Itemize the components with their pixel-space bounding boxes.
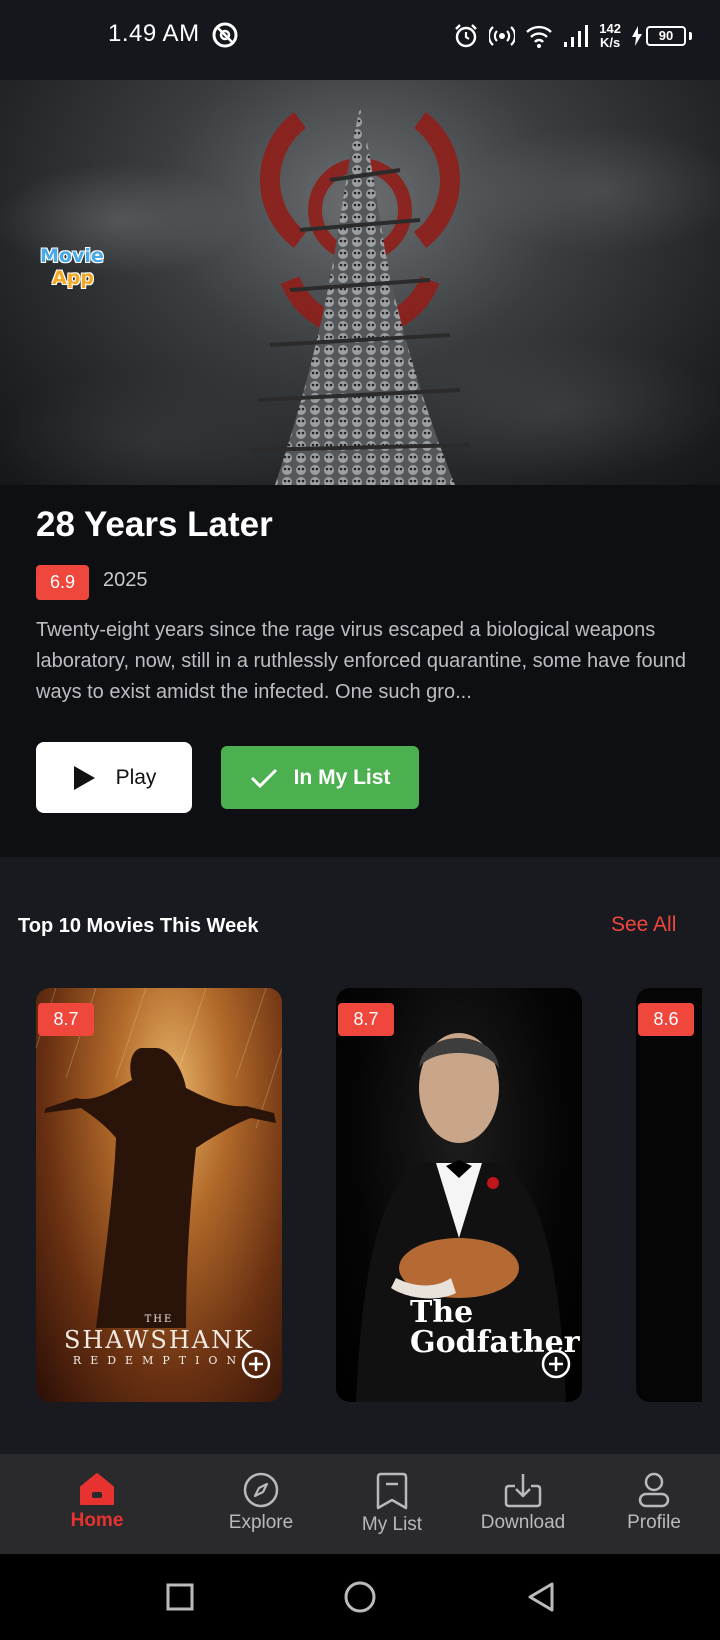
see-all-link[interactable]: See All bbox=[611, 913, 676, 937]
profile-icon bbox=[638, 1472, 670, 1508]
nav-item-explore[interactable]: Explore bbox=[201, 1454, 321, 1554]
alarm-icon bbox=[455, 24, 478, 48]
poster-small-text: THE bbox=[144, 1314, 174, 1325]
rating-badge: 6.9 bbox=[36, 565, 89, 600]
hero-poster-art bbox=[249, 108, 471, 485]
movie-card-partial[interactable]: 8.6 bbox=[636, 988, 702, 1402]
add-to-list-icon[interactable] bbox=[540, 1348, 572, 1380]
nav-label-explore: Explore bbox=[228, 1512, 294, 1533]
app-logo: Movie App bbox=[38, 245, 108, 295]
rating-badge: 8.7 bbox=[338, 1003, 394, 1036]
hotspot-icon bbox=[489, 26, 516, 46]
nav-item-download[interactable]: Download bbox=[463, 1454, 583, 1554]
logo-line-1: Movie bbox=[40, 245, 104, 267]
nav-label-profile: Profile bbox=[627, 1512, 681, 1533]
nav-item-my-list[interactable]: My List bbox=[332, 1454, 452, 1554]
battery-level: 90 bbox=[646, 26, 686, 46]
recent-apps-icon[interactable] bbox=[166, 1583, 194, 1611]
nav-item-profile[interactable]: Profile bbox=[594, 1454, 714, 1554]
download-icon bbox=[504, 1474, 542, 1508]
network-speed-unit: K/s bbox=[600, 35, 621, 50]
home-icon bbox=[80, 1473, 114, 1505]
nav-label-home: Home bbox=[70, 1510, 124, 1531]
featured-title: 28 Years Later bbox=[36, 505, 273, 544]
rating-badge: 8.6 bbox=[638, 1003, 694, 1036]
play-button[interactable]: Play bbox=[36, 742, 192, 813]
in-my-list-button[interactable]: In My List bbox=[221, 746, 419, 809]
bottom-navigation: Home Explore My List Download Profile bbox=[0, 1454, 720, 1554]
home-circle-icon[interactable] bbox=[343, 1580, 377, 1614]
movie-card-godfather[interactable]: The Godfather 8.7 bbox=[336, 988, 582, 1402]
add-to-list-icon[interactable] bbox=[240, 1348, 272, 1380]
network-speed: 142 K/s bbox=[599, 22, 621, 50]
release-year: 2025 bbox=[103, 569, 148, 591]
wifi-icon bbox=[526, 25, 553, 48]
network-speed-value: 142 bbox=[599, 21, 621, 36]
back-icon[interactable] bbox=[526, 1581, 556, 1613]
charging-icon bbox=[632, 26, 642, 46]
poster-title-line-1: The bbox=[410, 1295, 474, 1330]
featured-description: Twenty-eight years since the rage virus … bbox=[36, 619, 686, 703]
status-time: 1.49 AM bbox=[108, 20, 200, 47]
in-my-list-label: In My List bbox=[293, 765, 391, 789]
nav-label-download: Download bbox=[480, 1512, 566, 1533]
system-navigation-bar bbox=[0, 1554, 720, 1640]
hero-banner[interactable]: Movie App bbox=[0, 80, 720, 485]
nav-label-my-list: My List bbox=[361, 1514, 423, 1535]
nav-item-home[interactable]: Home bbox=[37, 1454, 157, 1554]
battery-tip bbox=[689, 32, 692, 40]
logo-line-2: App bbox=[52, 267, 94, 289]
rating-badge: 8.7 bbox=[38, 1003, 94, 1036]
section-title-top10: Top 10 Movies This Week bbox=[18, 915, 259, 937]
compass-icon bbox=[243, 1472, 279, 1508]
do-not-disturb-icon bbox=[212, 22, 238, 48]
play-icon bbox=[73, 765, 95, 790]
battery-indicator: 90 bbox=[631, 26, 692, 46]
status-icons: 142 K/s 90 bbox=[453, 18, 692, 54]
movie-card-shawshank[interactable]: THE SHAWSHANK REDEMPTION 8.7 bbox=[36, 988, 282, 1402]
check-icon bbox=[250, 768, 277, 788]
bookmark-icon bbox=[376, 1472, 408, 1510]
status-bar: 1.49 AM 142 K/s 90 bbox=[0, 0, 720, 80]
play-label: Play bbox=[115, 765, 157, 789]
signal-icon bbox=[564, 25, 589, 47]
featured-movie-panel: 28 Years Later 6.9 2025 Twenty-eight yea… bbox=[0, 485, 720, 857]
